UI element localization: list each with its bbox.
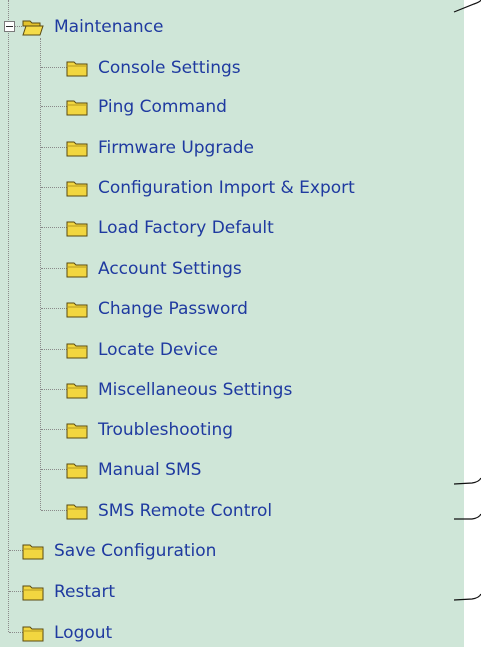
tree-connector [41, 268, 69, 269]
folder-open-icon [22, 20, 44, 36]
tree-node-label: Maintenance [54, 17, 164, 37]
tree-node-console-settings[interactable]: Console Settings [66, 52, 241, 84]
tree-node-label: Troubleshooting [98, 420, 234, 440]
folder-icon [22, 585, 44, 601]
tree-node-logout[interactable]: Logout [22, 617, 112, 649]
tree-connector [41, 187, 69, 188]
tree-node-miscellaneous-settings[interactable]: Miscellaneous Settings [66, 374, 292, 406]
callout-bracket [453, 477, 481, 485]
tree-connector [41, 349, 69, 350]
folder-icon [66, 181, 88, 197]
tree-node-label: Load Factory Default [98, 218, 274, 238]
tree-node-label: Manual SMS [98, 460, 202, 480]
tree-node-sms-remote-control[interactable]: SMS Remote Control [66, 495, 272, 527]
tree-node-label: Console Settings [98, 58, 241, 78]
tree-connector [41, 147, 69, 148]
tree-connector [41, 510, 69, 511]
maintenance-children-tree-line [40, 38, 41, 510]
navigation-tree-panel: Maintenance Console Settings Ping Comman… [0, 0, 464, 647]
minus-box-icon[interactable] [4, 21, 15, 32]
root-tree-line [8, 0, 9, 632]
tree-node-save-configuration[interactable]: Save Configuration [22, 535, 216, 567]
callout-bracket [453, 593, 481, 601]
folder-icon [66, 423, 88, 439]
tree-node-label: SMS Remote Control [98, 501, 273, 521]
tree-node-label: Configuration Import & Export [98, 178, 355, 198]
tree-node-label: Miscellaneous Settings [98, 380, 293, 400]
tree-node-restart[interactable]: Restart [22, 576, 115, 608]
tree-node-label: Account Settings [98, 259, 242, 279]
tree-node-manual-sms[interactable]: Manual SMS [66, 454, 201, 486]
tree-connector [41, 67, 69, 68]
tree-node-label: Firmware Upgrade [98, 138, 254, 158]
folder-icon [66, 383, 88, 399]
tree-connector [41, 106, 69, 107]
folder-icon [66, 221, 88, 237]
tree-node-troubleshooting[interactable]: Troubleshooting [66, 414, 233, 446]
tree-node-label: Logout [54, 623, 113, 643]
tree-node-label: Save Configuration [54, 541, 217, 561]
tree-node-label: Ping Command [98, 97, 227, 117]
tree-node-configuration-import-export[interactable]: Configuration Import & Export [66, 172, 355, 204]
tree-node-label: Restart [54, 582, 116, 602]
folder-icon [66, 100, 88, 116]
tree-node-maintenance[interactable]: Maintenance [22, 11, 163, 43]
callout-bracket [454, 513, 481, 520]
tree-node-firmware-upgrade[interactable]: Firmware Upgrade [66, 132, 254, 164]
tree-node-locate-device[interactable]: Locate Device [66, 334, 218, 366]
folder-icon [66, 302, 88, 318]
folder-icon [22, 626, 44, 642]
tree-connector [41, 308, 69, 309]
folder-icon [66, 504, 88, 520]
tree-node-label: Change Password [98, 299, 248, 319]
callout-bracket [453, 0, 481, 13]
folder-icon [66, 463, 88, 479]
folder-icon [66, 61, 88, 77]
tree-connector [41, 429, 69, 430]
folder-icon [22, 544, 44, 560]
tree-connector [41, 389, 69, 390]
tree-node-account-settings[interactable]: Account Settings [66, 253, 242, 285]
tree-node-label: Locate Device [98, 340, 219, 360]
folder-icon [66, 262, 88, 278]
folder-icon [66, 343, 88, 359]
tree-node-ping-command[interactable]: Ping Command [66, 91, 227, 123]
tree-connector [41, 227, 69, 228]
tree-node-change-password[interactable]: Change Password [66, 293, 248, 325]
tree-connector [41, 469, 69, 470]
tree-node-load-factory-default[interactable]: Load Factory Default [66, 212, 274, 244]
folder-icon [66, 141, 88, 157]
